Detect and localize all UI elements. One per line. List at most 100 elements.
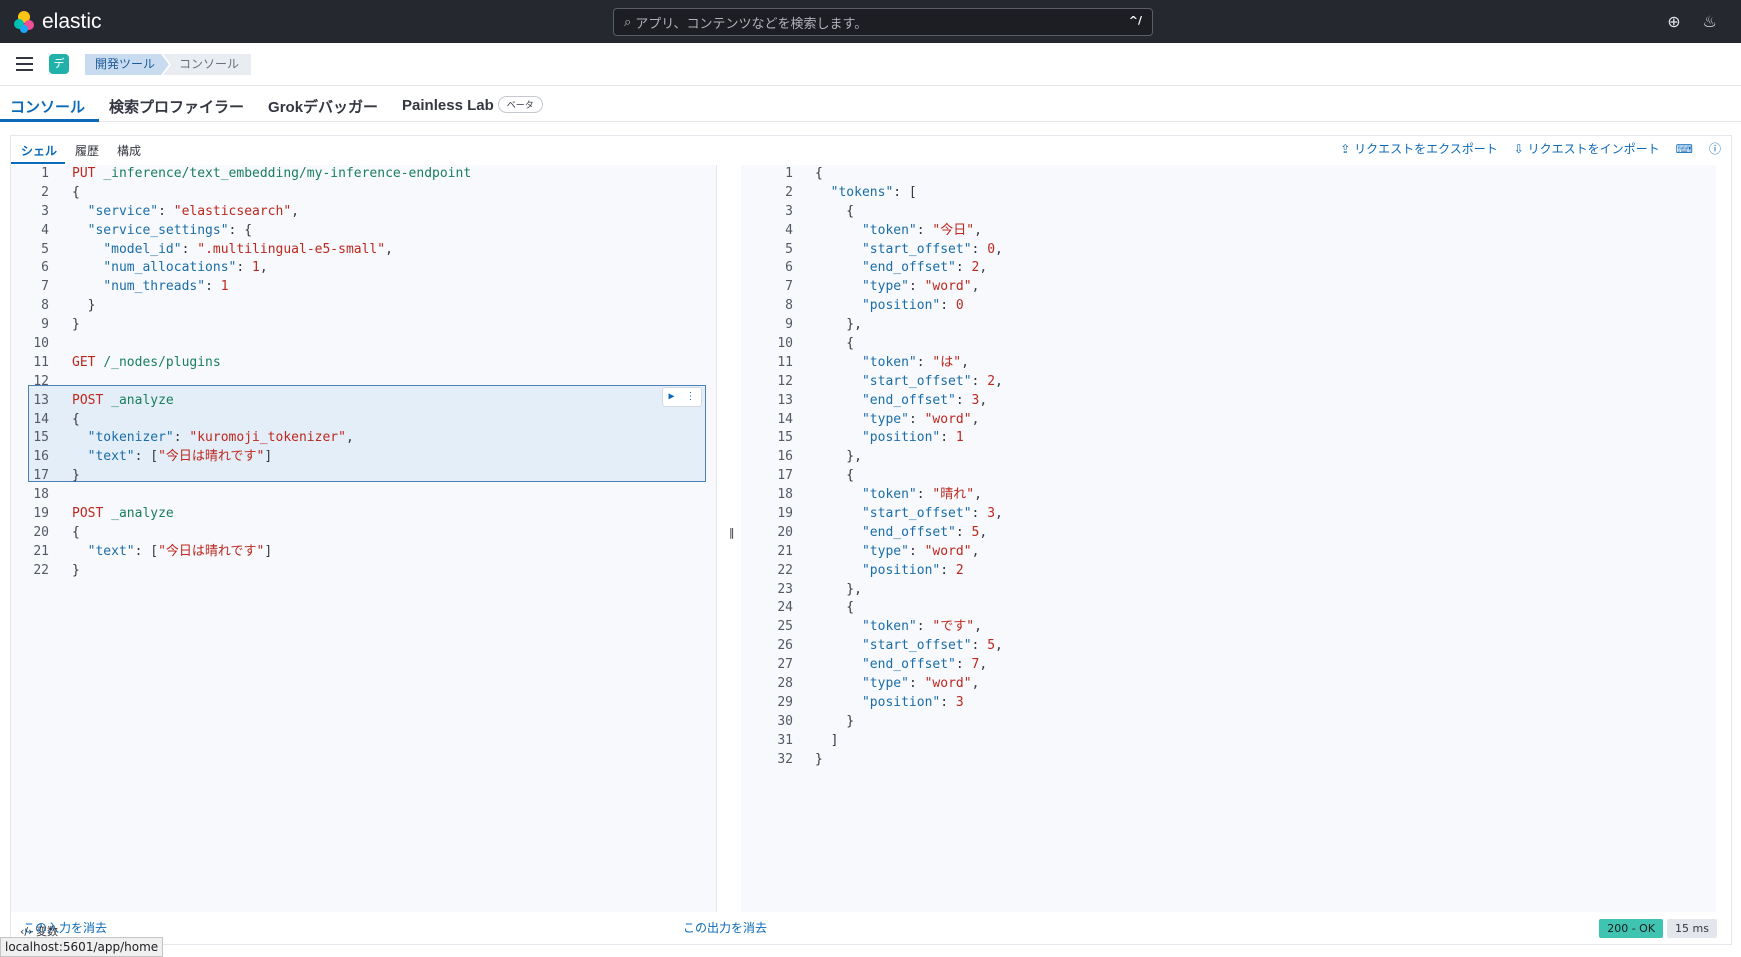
top-header: elastic ⌕ アプリ、コンテンツなどを検索します。 ^/ ⊕ ♨ — [0, 0, 1741, 43]
input-code-line: 12 — [11, 373, 716, 392]
status-url: localhost:5601/app/home — [0, 937, 164, 957]
input-code-line: 18 — [11, 486, 716, 505]
line-number: 2 — [41, 184, 49, 200]
help-icon[interactable]: ⊕ — [1667, 12, 1680, 31]
input-code-line: 2{ — [11, 184, 716, 203]
line-number: 13 — [777, 392, 793, 408]
line-number: 30 — [777, 713, 793, 729]
line-number: 10 — [33, 336, 49, 352]
output-code-line: 1{ — [741, 165, 1716, 184]
time-badge: 15 ms — [1667, 919, 1717, 938]
tab-grok-debugger[interactable]: Grokデバッガー — [258, 86, 392, 122]
line-number: 32 — [777, 751, 793, 767]
line-number: 25 — [777, 619, 793, 635]
app-badge[interactable]: デ — [49, 54, 69, 74]
line-number: 9 — [41, 317, 49, 333]
line-number: 1 — [41, 166, 49, 181]
line-number: 15 — [777, 430, 793, 446]
input-code-line: 5 "model_id": ".multilingual-e5-small", — [11, 241, 716, 260]
output-code: 1{2 "tokens": [3 {4 "token": "今日", 5 "sta… — [741, 165, 1716, 770]
output-code-line: 4 "token": "今日", — [741, 222, 1716, 241]
output-code-line: 3 { — [741, 203, 1716, 222]
input-code-line: 1 PUT _inference/text_embedding/my-infere… — [11, 165, 716, 184]
global-search-input[interactable]: ⌕ アプリ、コンテンツなどを検索します。 ^/ — [613, 8, 1153, 36]
brand-name: elastic — [42, 10, 102, 33]
line-number: 9 — [785, 317, 793, 333]
keyboard-icon[interactable]: ⌨ — [1676, 142, 1693, 156]
news-icon[interactable]: ♨ — [1703, 12, 1717, 31]
tab-painless-lab-label: Painless Lab — [402, 97, 494, 114]
tab-console[interactable]: コンソール — [0, 86, 100, 122]
line-number: 8 — [41, 298, 49, 314]
input-code-line: 8 } — [11, 297, 716, 316]
output-code-line: 21 "type": "word", — [741, 543, 1716, 562]
input-editor[interactable]: ▶ ⋮ 1 PUT _inference/text_embedding/my-in… — [11, 165, 717, 912]
line-number: 31 — [777, 732, 793, 748]
elastic-logo-icon — [14, 11, 34, 33]
line-number: 4 — [785, 222, 793, 238]
input-code: 1 PUT _inference/text_embedding/my-infere… — [11, 165, 716, 581]
output-code-line: 24 { — [741, 599, 1716, 618]
elastic-logo[interactable]: elastic — [12, 10, 102, 34]
sub-header: デ 開発ツール コンソール — [0, 43, 1741, 86]
line-number: 20 — [33, 524, 49, 540]
line-number: 28 — [777, 676, 793, 692]
menu-icon[interactable] — [16, 57, 33, 71]
output-code-line: 25 "token": "です", — [741, 618, 1716, 637]
output-code-line: 16 }, — [741, 448, 1716, 467]
line-number: 16 — [33, 449, 49, 465]
output-code-line: 8 "position": 0 — [741, 297, 1716, 316]
line-number: 14 — [777, 411, 793, 427]
input-code-line: 21 "text": ["今日は晴れです"] — [11, 543, 716, 562]
tab-config[interactable]: 構成 — [107, 136, 149, 164]
output-code-line: 13 "end_offset": 3, — [741, 392, 1716, 411]
import-requests-button[interactable]: ⇩ リクエストをインポート — [1514, 140, 1660, 157]
input-code-line: 6 "num_allocations": 1, — [11, 259, 716, 278]
output-code-line: 12 "start_offset": 2, — [741, 373, 1716, 392]
line-number: 23 — [777, 581, 793, 597]
line-number: 17 — [777, 468, 793, 484]
tab-shell[interactable]: シェル — [11, 136, 66, 164]
line-number: 10 — [777, 336, 793, 352]
export-requests-button[interactable]: ⇪ リクエストをエクスポート — [1340, 140, 1498, 157]
output-code-line: 9 }, — [741, 316, 1716, 335]
breadcrumb-devtools[interactable]: 開発ツール — [85, 54, 169, 75]
line-number: 8 — [785, 298, 793, 314]
line-number: 21 — [777, 543, 793, 559]
clear-output-link[interactable]: この出力を消去 — [683, 919, 767, 936]
output-code-line: 6 "end_offset": 2, — [741, 259, 1716, 278]
output-code-line: 11 "token": "は", — [741, 354, 1716, 373]
output-editor: 1{2 "tokens": [3 {4 "token": "今日", 5 "sta… — [741, 165, 1716, 912]
input-code-line: 20{ — [11, 524, 716, 543]
line-number: 24 — [777, 600, 793, 616]
line-number: 11 — [777, 354, 793, 370]
output-code-line: 18 "token": "晴れ", — [741, 486, 1716, 505]
input-code-line: 16 "text": ["今日は晴れです"] — [11, 448, 716, 467]
line-number: 4 — [41, 222, 49, 238]
line-number: 2 — [785, 184, 793, 200]
line-number: 29 — [777, 694, 793, 710]
line-number: 3 — [41, 203, 49, 219]
help-circle-icon[interactable]: ⓘ — [1709, 140, 1721, 157]
search-placeholder: アプリ、コンテンツなどを検索します。 — [635, 16, 868, 32]
line-number: 12 — [33, 373, 49, 389]
input-code-line: 19 POST _analyze — [11, 505, 716, 524]
output-code-line: 19 "start_offset": 3, — [741, 505, 1716, 524]
resize-handle[interactable]: ‖ — [729, 526, 735, 539]
tab-painless-lab[interactable]: Painless Lab ベータ — [392, 86, 557, 122]
input-code-line: 13 POST _analyze — [11, 392, 716, 411]
output-code-line: 30 } — [741, 713, 1716, 732]
output-code-line: 26 "start_offset": 5, — [741, 637, 1716, 656]
line-number: 16 — [777, 449, 793, 465]
tab-search-profiler[interactable]: 検索プロファイラー — [99, 86, 258, 122]
output-code-line: 20 "end_offset": 5, — [741, 524, 1716, 543]
console-panel: シェル 履歴 構成 ⇪ リクエストをエクスポート ⇩ リクエストをインポート ⌨… — [10, 135, 1732, 945]
tab-history[interactable]: 履歴 — [65, 136, 107, 164]
output-code-line: 32} — [741, 751, 1716, 770]
output-code-line: 28 "type": "word", — [741, 675, 1716, 694]
input-code-line: 14{ — [11, 411, 716, 430]
line-number: 11 — [33, 354, 49, 370]
output-code-line: 10 { — [741, 335, 1716, 354]
input-code-line: 7 "num_threads": 1 — [11, 278, 716, 297]
input-code-line: 15 "tokenizer": "kuromoji_tokenizer", — [11, 429, 716, 448]
